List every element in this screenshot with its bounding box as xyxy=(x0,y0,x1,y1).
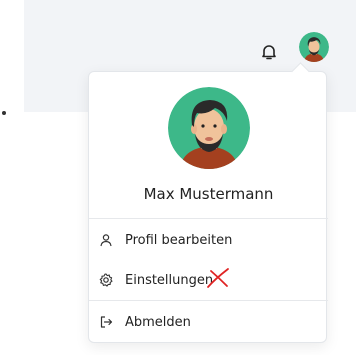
menu-item-label: Einstellungen xyxy=(125,272,214,288)
menu-item-logout[interactable]: Abmelden xyxy=(89,303,328,341)
menu-item-label: Profil bearbeiten xyxy=(125,232,233,248)
user-dropdown-menu: Max Mustermann Profil bearbeiten Einstel… xyxy=(88,62,328,343)
divider xyxy=(89,218,328,219)
bell-icon[interactable] xyxy=(259,42,279,62)
gear-icon xyxy=(99,273,113,287)
divider xyxy=(89,300,328,301)
avatar xyxy=(168,87,250,169)
user-icon xyxy=(99,233,113,247)
annotation-cross-mark xyxy=(205,267,231,289)
user-avatar-button[interactable] xyxy=(299,32,329,62)
bullet-dot xyxy=(2,111,6,115)
menu-item-label: Abmelden xyxy=(125,314,191,330)
logout-icon xyxy=(99,315,113,329)
menu-item-profile[interactable]: Profil bearbeiten xyxy=(89,221,328,259)
user-name: Max Mustermann xyxy=(143,185,274,203)
